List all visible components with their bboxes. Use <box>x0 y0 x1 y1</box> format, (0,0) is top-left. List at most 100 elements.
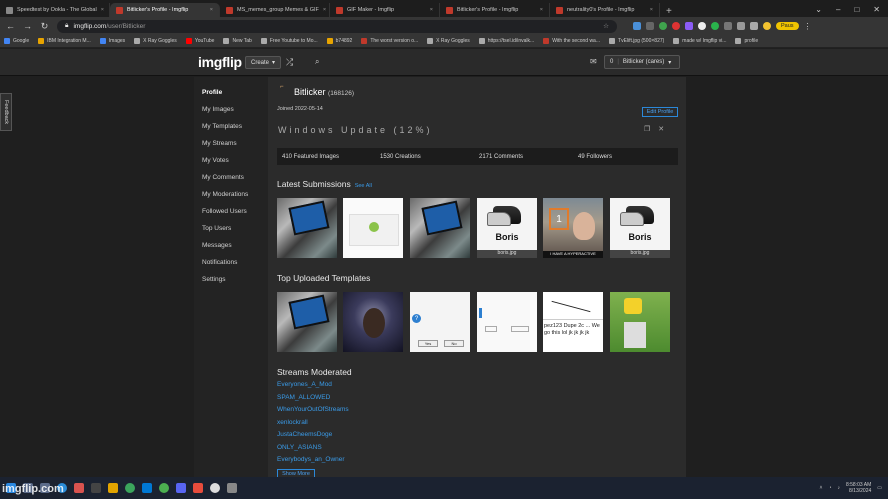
reload-icon[interactable]: ↻ <box>40 21 49 32</box>
sidebar-icon[interactable] <box>750 22 758 30</box>
meme-thumbnail[interactable] <box>343 292 403 352</box>
folder-icon[interactable] <box>108 483 118 493</box>
sidebar-item-profile[interactable]: Profile <box>202 89 222 96</box>
sidebar-item-my-streams[interactable]: My Streams <box>202 140 237 147</box>
avatar[interactable] <box>763 22 771 30</box>
stat-featured[interactable]: 410 Featured Images <box>282 154 339 160</box>
feedback-tab[interactable]: Feedback <box>0 93 12 131</box>
tab[interactable]: GIF Maker - Imgflip × <box>330 3 440 17</box>
close-tab-icon[interactable]: × <box>323 7 326 13</box>
app-icon[interactable] <box>74 483 84 493</box>
close-tab-icon[interactable]: × <box>540 7 543 13</box>
app-icon[interactable] <box>176 483 186 493</box>
close-tab-icon[interactable]: × <box>101 7 104 13</box>
meme-thumbnail[interactable] <box>277 198 337 258</box>
sidebar-item-followed-users[interactable]: Followed Users <box>202 208 247 215</box>
sidebar-item-my-votes[interactable]: My Votes <box>202 157 229 164</box>
meme-thumbnail[interactable] <box>477 292 537 352</box>
bookmark-item[interactable]: X Ray Goggles <box>427 38 470 44</box>
meme-thumbnail[interactable] <box>277 292 337 352</box>
stat-creations[interactable]: 1530 Creations <box>380 154 421 160</box>
stat-comments[interactable]: 2171 Comments <box>479 154 523 160</box>
bookmark-item[interactable]: Google <box>4 38 29 44</box>
extension-icon[interactable] <box>711 22 719 30</box>
app-icon[interactable] <box>193 483 203 493</box>
notifications-icon[interactable]: ▭ <box>877 485 882 491</box>
meme-thumbnail[interactable]: ? Yes No <box>410 292 470 352</box>
chevron-down-icon[interactable]: ⌄ <box>815 5 822 14</box>
volume-icon[interactable]: ♪ <box>837 485 840 491</box>
tab[interactable]: neutrality0's Profile - Imgflip × <box>550 3 660 17</box>
meme-thumbnail[interactable] <box>610 292 670 352</box>
close-icon[interactable]: ✕ <box>873 5 880 14</box>
clock[interactable]: 8:58:03 AM 8/13/2024 <box>846 482 871 494</box>
close-tab-icon[interactable]: × <box>650 7 653 13</box>
imgflip-logo[interactable]: imgflip <box>198 54 242 70</box>
meme-thumbnail[interactable]: 1 I HAVE A HYPERACTIVE <box>543 198 603 258</box>
close-icon[interactable]: ✕ <box>658 125 664 133</box>
bookmark-item[interactable]: The worst version o... <box>361 38 418 44</box>
forward-arrow-icon[interactable]: → <box>23 21 32 31</box>
url-field[interactable]: 🔒︎ imgflip.com/user/Bitlicker ☆ <box>57 19 617 33</box>
back-arrow-icon[interactable]: ← <box>6 21 15 31</box>
tab-active[interactable]: Bitlicker's Profile - Imgflip × <box>110 3 220 17</box>
sidebar-item-settings[interactable]: Settings <box>202 276 226 283</box>
bookmark-item[interactable]: New Tab <box>223 38 252 44</box>
stat-followers[interactable]: 49 Followers <box>578 154 612 160</box>
see-all-link[interactable]: See All <box>355 183 372 189</box>
extension-icon[interactable] <box>685 22 693 30</box>
expand-icon[interactable]: ❐ <box>644 125 650 133</box>
search-icon[interactable]: ⌕ <box>315 57 319 67</box>
sidebar-item-notifications[interactable]: Notifications <box>202 259 237 266</box>
sidebar-item-my-comments[interactable]: My Comments <box>202 174 244 181</box>
bookmark-item[interactable]: TvElift.jpg (500×827) <box>609 38 664 44</box>
meme-thumbnail[interactable]: Boris boris.jpg <box>477 198 537 258</box>
sidebar-item-top-users[interactable]: Top Users <box>202 225 231 232</box>
sidebar-item-my-templates[interactable]: My Templates <box>202 123 242 130</box>
close-tab-icon[interactable]: × <box>210 7 213 13</box>
bookmark-item[interactable]: made w/ Imgflip vi... <box>673 38 726 44</box>
stream-link[interactable]: SPAM_ALLOWED <box>277 394 330 401</box>
app-icon[interactable] <box>159 483 169 493</box>
stream-link[interactable]: ONLY_ASIANS <box>277 444 322 451</box>
extension-icon[interactable] <box>672 22 680 30</box>
bookmark-item[interactable]: YouTube <box>185 38 214 44</box>
wifi-icon[interactable]: ◔ <box>828 485 831 491</box>
bookmark-item[interactable]: b74892 <box>326 38 352 44</box>
bookmark-item[interactable]: IBM Integration M... <box>38 38 91 44</box>
bookmark-item[interactable]: profile <box>735 38 758 44</box>
bookmark-item[interactable]: X Ray Goggles <box>134 38 177 44</box>
tab[interactable]: MS_memes_group Memes & GIF × <box>220 3 330 17</box>
extension-icon[interactable] <box>698 22 706 30</box>
app-icon[interactable] <box>227 483 237 493</box>
app-icon[interactable] <box>91 483 101 493</box>
extension-icon[interactable] <box>659 22 667 30</box>
maximize-icon[interactable]: □ <box>854 5 859 14</box>
close-tab-icon[interactable]: × <box>430 7 433 13</box>
create-button[interactable]: Create ▾ <box>245 56 282 69</box>
extension-icon[interactable] <box>633 22 641 30</box>
puzzle-icon[interactable] <box>737 22 745 30</box>
stream-link[interactable]: JustaCheemsDoge <box>277 431 332 438</box>
extension-icon[interactable] <box>646 22 654 30</box>
minimize-icon[interactable]: – <box>836 5 840 14</box>
bookmark-item[interactable]: https://tsel.id/invalk... <box>478 38 534 44</box>
meme-thumbnail[interactable]: Boris boris.jpg <box>610 198 670 258</box>
stream-link[interactable]: WhenYourOutOfStreams <box>277 406 349 413</box>
stream-link[interactable]: Everybodys_an_Owner <box>277 456 345 463</box>
stream-link[interactable]: Everyones_A_Mod <box>277 381 332 388</box>
stream-link[interactable]: xenlockrall <box>277 419 308 426</box>
new-tab-icon[interactable]: + <box>660 6 678 17</box>
edit-profile-button[interactable]: Edit Profile <box>642 107 678 117</box>
bookmark-item[interactable]: Images <box>99 38 125 44</box>
bookmark-item[interactable]: With the second wa... <box>543 38 600 44</box>
meme-thumbnail[interactable] <box>343 198 403 258</box>
sidebar-item-my-moderations[interactable]: My Moderations <box>202 191 248 198</box>
shuffle-icon[interactable]: ⤮ <box>286 57 293 68</box>
star-icon[interactable]: ☆ <box>603 22 609 30</box>
app-icon[interactable] <box>142 483 152 493</box>
meme-thumbnail[interactable]: pez123 Dupe 2c ... We go this lol jk jk … <box>543 292 603 352</box>
sidebar-item-messages[interactable]: Messages <box>202 242 232 249</box>
tab[interactable]: Bitlicker's Profile - Imgflip × <box>440 3 550 17</box>
meme-thumbnail[interactable] <box>410 198 470 258</box>
